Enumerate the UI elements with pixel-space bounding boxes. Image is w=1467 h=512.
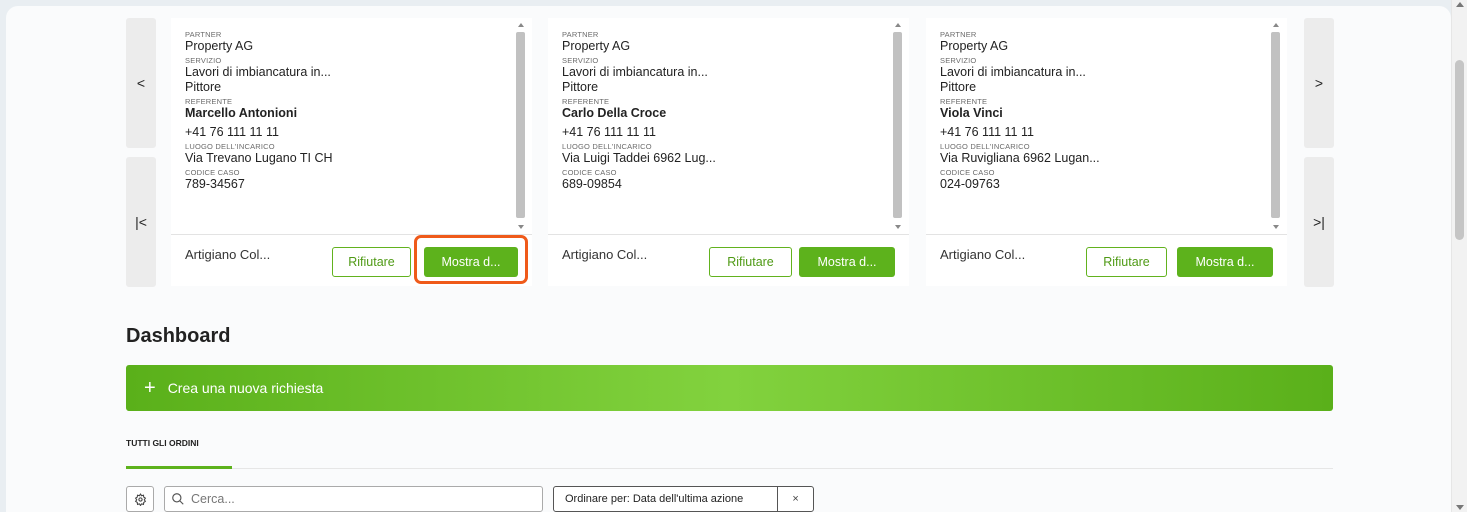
last-button[interactable]: >| [1304, 157, 1334, 287]
settings-button[interactable] [126, 486, 154, 512]
contact-phone: +41 76 111 11 11 [940, 125, 1034, 139]
case-label: CODICE CASO [562, 168, 617, 177]
create-request-label: Crea una nuova richiesta [167, 380, 324, 396]
case-label: CODICE CASO [185, 168, 240, 177]
assignee-text: Artigiano Col... [940, 247, 1026, 262]
show-details-button[interactable]: Mostra d... [799, 247, 895, 277]
page-scrollbar[interactable] [1451, 0, 1467, 512]
service-label: SERVIZIO [940, 56, 977, 65]
tab-divider [232, 468, 1333, 469]
contact-phone: +41 76 111 11 11 [562, 125, 656, 139]
next-button[interactable]: > [1304, 18, 1334, 148]
scroll-thumb[interactable] [1455, 60, 1464, 240]
dashboard-title: Dashboard [126, 325, 231, 347]
card-scrollbar[interactable] [1269, 18, 1283, 234]
scroll-down-icon[interactable] [1456, 505, 1464, 510]
partner-label: PARTNER [940, 30, 977, 39]
service-value: Lavori di imbiancatura in... [562, 65, 708, 79]
contact-label: REFERENTE [562, 97, 610, 106]
card-body: PARTNER Property AG SERVIZIO Lavori di imb… [926, 18, 1287, 234]
contact-name: Carlo Della Croce [562, 106, 667, 120]
contact-name: Marcello Antonioni [185, 106, 298, 120]
highlight-box [414, 235, 528, 284]
location-label: LUOGO DELL'INCARICO [940, 142, 1030, 151]
reject-button[interactable]: Rifiutare [709, 247, 792, 277]
partner-value: Property AG [940, 39, 1009, 53]
first-button[interactable]: |< [126, 157, 156, 287]
tab-all-orders[interactable]: TUTTI GLI ORDINI [126, 438, 232, 448]
search-input[interactable] [191, 492, 531, 506]
reject-button[interactable]: Rifiutare [332, 247, 411, 277]
location-value: Via Ruvigliana 6962 Lugan... [940, 151, 1100, 165]
card-scrollbar[interactable] [514, 18, 528, 234]
service-type: Pittore [185, 80, 222, 94]
card-scrollbar[interactable] [891, 18, 905, 234]
contact-name: Viola Vinci [940, 106, 1003, 120]
order-card: PARTNER Property AG SERVIZIO Lavori di imb… [548, 18, 909, 286]
search-icon [172, 493, 184, 505]
service-type: Pittore [562, 80, 599, 94]
case-label: CODICE CASO [940, 168, 995, 177]
service-type: Pittore [940, 80, 977, 94]
location-label: LUOGO DELL'INCARICO [562, 142, 652, 151]
location-label: LUOGO DELL'INCARICO [185, 142, 275, 151]
card-footer: Artigiano Col... Rifiutare Mostra d... [926, 234, 1287, 286]
order-card: PARTNER Property AG SERVIZIO Lavori di imb… [926, 18, 1287, 286]
card-body: PARTNER Property AG SERVIZIO Lavori di imb… [548, 18, 909, 234]
search-field[interactable] [164, 486, 543, 512]
card-body: PARTNER Property AG SERVIZIO Lavori di imb… [171, 18, 532, 234]
gear-icon [134, 492, 146, 506]
tab-active-indicator [126, 466, 232, 469]
contact-label: REFERENTE [940, 97, 988, 106]
card-footer: Artigiano Col... Rifiutare Mostra d... [548, 234, 909, 286]
case-value: 689-09854 [562, 177, 622, 191]
service-label: SERVIZIO [185, 56, 222, 65]
location-value: Via Luigi Taddei 6962 Lug... [562, 151, 716, 165]
location-value: Via Trevano Lugano TI CH [185, 151, 333, 165]
partner-label: PARTNER [562, 30, 599, 39]
create-request-button[interactable]: + Crea una nuova richiesta [126, 365, 1333, 411]
partner-label: PARTNER [185, 30, 222, 39]
partner-value: Property AG [562, 39, 631, 53]
service-label: SERVIZIO [562, 56, 599, 65]
contact-phone: +41 76 111 11 11 [185, 125, 279, 139]
sort-label: Ordinare per: Data dell'ultima azione [565, 493, 744, 505]
case-value: 024-09763 [940, 177, 1000, 191]
partner-value: Property AG [185, 39, 254, 53]
show-details-button[interactable]: Mostra d... [1177, 247, 1273, 277]
close-icon[interactable]: × [777, 487, 813, 511]
assignee-text: Artigiano Col... [562, 247, 648, 262]
service-value: Lavori di imbiancatura in... [940, 65, 1086, 79]
plus-icon: + [144, 377, 156, 399]
assignee-text: Artigiano Col... [185, 247, 271, 262]
prev-button[interactable]: < [126, 18, 156, 148]
reject-button[interactable]: Rifiutare [1086, 247, 1167, 277]
service-value: Lavori di imbiancatura in... [185, 65, 331, 79]
scroll-up-icon[interactable] [1456, 2, 1464, 7]
case-value: 789-34567 [185, 177, 245, 191]
contact-label: REFERENTE [185, 97, 233, 106]
sort-chip[interactable]: Ordinare per: Data dell'ultima azione × [553, 486, 814, 512]
